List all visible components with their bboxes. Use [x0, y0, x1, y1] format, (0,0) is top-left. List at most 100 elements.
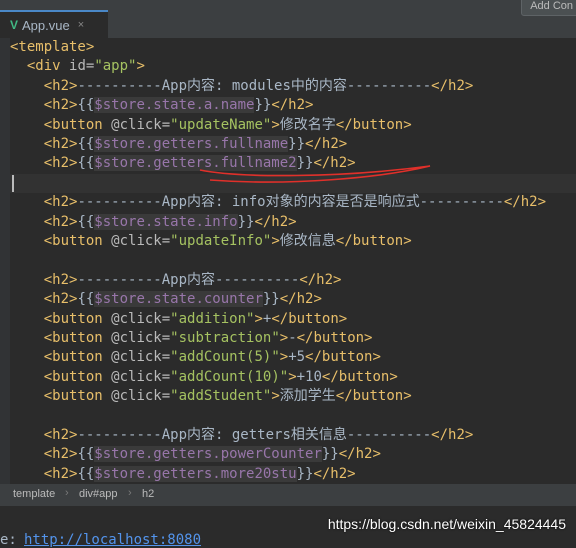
code-line[interactable]: <button @click="subtraction">-</button>	[10, 329, 373, 348]
code-token: <button	[43, 368, 112, 385]
code-editor[interactable]: <template> <div id="app"> <h2>----------…	[10, 38, 576, 484]
code-line[interactable]: <button @click="addCount(5)">+5</button>	[10, 348, 381, 367]
code-token: </button>	[296, 330, 373, 346]
code-token: 添加学生	[279, 388, 336, 405]
code-token: }}	[237, 213, 255, 230]
code-token: <h2>	[43, 194, 78, 211]
code-token: $store.getters.fullname2	[94, 155, 297, 172]
code-token: >	[279, 330, 289, 346]
code-token: <button	[43, 233, 112, 249]
code-token: <template>	[10, 39, 95, 55]
run-label: e:	[0, 532, 17, 548]
code-line[interactable]: <h2>{{$store.state.info}}</h2>	[10, 213, 297, 232]
code-token: @click=	[111, 116, 171, 133]
code-token: </h2>	[279, 291, 322, 308]
code-token: <h2>	[43, 446, 78, 463]
code-token: <button	[43, 388, 112, 405]
code-token: </h2>	[305, 136, 348, 152]
code-token: @click=	[111, 349, 171, 366]
code-token: <h2>	[43, 155, 78, 172]
code-token: }}	[296, 155, 314, 172]
tab-app-vue[interactable]: V App.vue ×	[0, 10, 108, 38]
code-token: >	[271, 388, 280, 405]
code-token: ----------App内容: getters相关信息----------	[77, 427, 432, 443]
code-token: </h2>	[299, 271, 342, 288]
code-line[interactable]: <h2>----------App内容: info对象的内容是否是响应式----…	[10, 193, 546, 212]
code-line[interactable]: <h2>{{$store.getters.fullname2}}</h2>	[10, 154, 356, 173]
code-line[interactable]: <button @click="updateName">修改名字</button…	[10, 116, 412, 135]
code-token: 修改信息	[279, 233, 336, 249]
breadcrumb-separator: ›	[128, 487, 132, 499]
breadcrumb-item-h2[interactable]: h2	[142, 488, 154, 500]
code-token: {{	[77, 446, 95, 463]
code-line[interactable]: <h2>----------App内容: getters相关信息--------…	[10, 426, 474, 445]
code-line[interactable]: <h2>{{$store.getters.powerCounter}}</h2>	[10, 445, 381, 464]
code-line[interactable]: <h2>----------App内容: modules中的内容--------…	[10, 77, 474, 96]
code-line[interactable]: <template>	[10, 38, 94, 57]
text-caret	[12, 174, 14, 192]
code-token: >	[288, 368, 297, 385]
code-token: ----------App内容----------	[77, 271, 300, 288]
code-token: {{	[77, 97, 95, 114]
breadcrumb-item-div[interactable]: div#app	[79, 488, 118, 500]
close-icon[interactable]: ×	[78, 19, 84, 31]
code-line[interactable]: <button @click="addition">+</button>	[10, 310, 347, 329]
code-line[interactable]: <button @click="addStudent">添加学生</button…	[10, 387, 412, 406]
code-token: <h2>	[43, 213, 78, 230]
code-line[interactable]: <div id="app">	[10, 57, 145, 76]
code-token: "updateName"	[170, 116, 272, 133]
watermark: https://blog.csdn.net/weixin_45824445	[327, 516, 566, 532]
code-token: -	[288, 330, 297, 346]
code-line[interactable]: <button @click="addCount(10)">+10</butto…	[10, 368, 398, 387]
code-line[interactable]: <h2>{{$store.state.counter}}</h2>	[10, 290, 322, 309]
code-token: </h2>	[313, 465, 356, 482]
code-token: >	[136, 58, 145, 75]
code-line[interactable]: <h2>{{$store.getters.fullname}}</h2>	[10, 135, 347, 154]
code-token: </h2>	[254, 213, 297, 230]
code-token: <button	[43, 116, 112, 133]
code-token: +10	[296, 368, 322, 385]
code-token: 修改名字	[279, 116, 336, 133]
code-token: {{	[77, 291, 95, 308]
code-token: {{	[77, 213, 95, 230]
code-token: }}	[321, 446, 339, 463]
code-line[interactable]: <button @click="updateInfo">修改信息</button…	[10, 232, 412, 251]
code-token: >	[279, 349, 289, 366]
code-token: ----------App内容: modules中的内容----------	[77, 77, 432, 94]
code-line[interactable]: <h2>{{$store.getters.more20stu}}</h2>	[10, 465, 356, 484]
code-token: </button>	[335, 388, 412, 405]
add-configuration-button[interactable]: Add Con	[521, 0, 576, 16]
code-token: @click=	[111, 368, 171, 385]
code-token: "addStudent"	[170, 388, 272, 405]
code-token: <button	[43, 330, 112, 346]
code-token: {{	[77, 155, 95, 172]
code-token: id=	[69, 58, 95, 75]
code-token: </h2>	[431, 77, 474, 94]
code-token: >	[271, 233, 280, 249]
code-token: >	[271, 116, 280, 133]
code-token: "app"	[94, 58, 137, 75]
current-line-highlight	[10, 173, 576, 194]
localhost-link[interactable]: http://localhost:8080	[24, 532, 201, 548]
code-token: </button>	[335, 116, 412, 133]
code-token: >	[254, 310, 263, 327]
code-line[interactable]: <h2>{{$store.state.a.name}}</h2>	[10, 96, 313, 115]
code-token: $store.state.counter	[94, 291, 263, 308]
breadcrumb: template › div#app › h2	[0, 484, 576, 506]
code-token: <h2>	[43, 427, 78, 443]
code-token: <h2>	[43, 77, 78, 94]
breadcrumb-item-template[interactable]: template	[13, 488, 55, 500]
code-token: <h2>	[43, 465, 78, 482]
code-token: </h2>	[338, 446, 381, 463]
code-token: @click=	[111, 388, 171, 405]
code-line[interactable]: <h2>----------App内容----------</h2>	[10, 271, 342, 290]
